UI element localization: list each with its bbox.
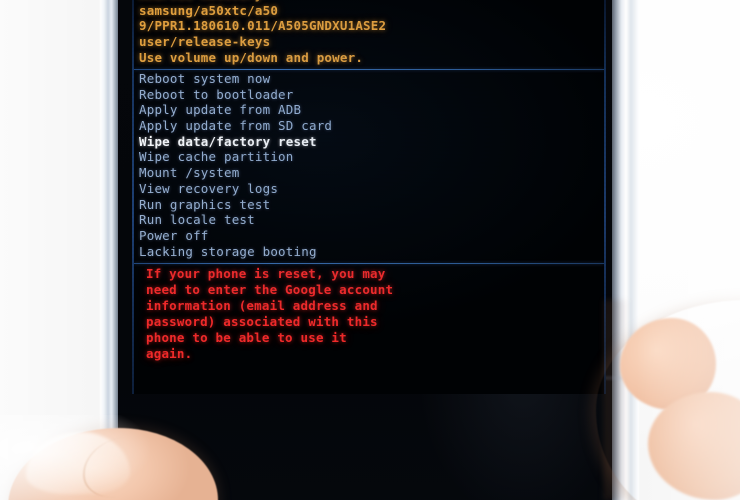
factory-reset-warning: If your phone is reset, you may need to … — [146, 266, 586, 362]
menu-item-run-graphics-test[interactable]: Run graphics test — [139, 197, 601, 213]
warning-line-6: again. — [146, 346, 193, 361]
header-line-build: 9/PPR1.180610.011/A505GNDXU1ASE2 — [139, 18, 387, 34]
samsung-phone: Android Recovery samsung/a50xtc/a50 9/PP… — [100, 0, 640, 500]
menu-item-apply-update-from-adb[interactable]: Apply update from ADB — [139, 102, 601, 118]
console-left-border — [132, 0, 134, 394]
header-line-device: samsung/a50xtc/a50 — [139, 2, 279, 18]
menu-item-apply-update-from-sd-card[interactable]: Apply update from SD card — [139, 118, 601, 134]
menu-item-wipe-data-factory-reset[interactable]: Wipe data/factory reset — [133, 133, 604, 150]
recovery-header: Android Recovery samsung/a50xtc/a50 9/PP… — [139, 0, 599, 66]
warning-line-4: password) associated with this — [146, 314, 378, 329]
menu-item-reboot-to-bootloader[interactable]: Reboot to bootloader — [139, 87, 601, 103]
menu-item-mount-system[interactable]: Mount /system — [139, 165, 601, 181]
menu-item-wipe-cache-partition[interactable]: Wipe cache partition — [139, 149, 601, 165]
divider-above-menu — [134, 69, 604, 70]
menu-item-reboot-system-now[interactable]: Reboot system now — [139, 71, 601, 87]
warning-line-1: If your phone is reset, you may — [146, 266, 386, 281]
android-recovery-console: Android Recovery samsung/a50xtc/a50 9/PP… — [132, 0, 606, 394]
header-line-keys: user/release-keys — [139, 34, 271, 50]
warning-line-5: phone to be able to use it — [146, 330, 347, 345]
warning-line-2: need to enter the Google account — [146, 282, 394, 297]
recovery-menu[interactable]: Reboot system now Reboot to bootloader A… — [133, 71, 604, 260]
menu-item-run-locale-test[interactable]: Run locale test — [139, 212, 601, 228]
menu-item-power-off[interactable]: Power off — [139, 228, 601, 244]
header-line-instruction: Use volume up/down and power. — [139, 49, 364, 65]
warning-line-3: information (email address and — [146, 298, 378, 313]
menu-item-lacking-storage-booting[interactable]: Lacking storage booting — [139, 244, 601, 260]
phone-display-glass: Android Recovery samsung/a50xtc/a50 9/PP… — [118, 0, 628, 500]
header-line-title: Android Recovery — [139, 0, 599, 3]
menu-item-view-recovery-logs[interactable]: View recovery logs — [139, 181, 601, 197]
screenshot-root: Android Recovery samsung/a50xtc/a50 9/PP… — [0, 0, 740, 500]
divider-below-menu — [134, 263, 604, 264]
